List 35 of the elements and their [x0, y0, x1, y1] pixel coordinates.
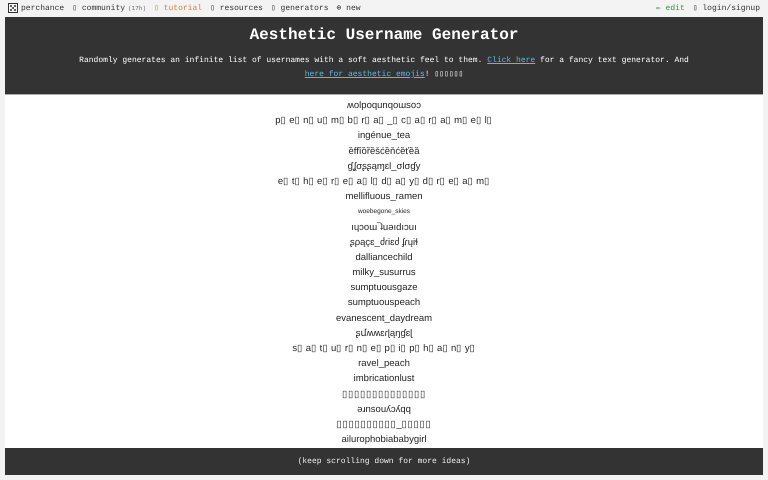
username: s▯ a▯ t▯ u▯ r▯ n▯ e▯ p▯ i▯ p▯ h▯ a▯ n▯ y▯	[292, 342, 476, 356]
username: ǝɹnsouʎɔʎqq	[357, 402, 411, 417]
username: ravel_peach	[358, 357, 410, 372]
username: sumptuouspeach	[348, 296, 420, 310]
username: ʂմʍʍɛɾɭąŋɠɛɭ	[356, 326, 412, 341]
username: sumptuousgaze	[350, 281, 418, 296]
username: e▯ t▯ h▯ e▯ r▯ e▯ a▯ l▯ d▯ a▯ y▯ d▯ r▯ e▯ a▯ m▯	[278, 174, 490, 189]
scroll-hint: (keep scrolling down for more ideas)	[298, 457, 470, 466]
nav-link[interactable]: ⊕ new	[336, 3, 361, 13]
username: imbricationlust	[354, 372, 414, 386]
username: dalliancechild	[355, 250, 413, 265]
username: milky_susurrus	[352, 266, 416, 280]
link[interactable]: Click here	[487, 56, 536, 65]
nav-link[interactable]: ▯ resources	[210, 3, 263, 13]
site-name: perchance	[21, 4, 64, 12]
username: p▯ e▯ n▯ u▯ m▯ b▯ r▯ a▯ _▯ c▯ a▯ r▯ a▯ m▯ e▯ l▯	[275, 114, 493, 128]
description: Randomly generates an infinite list of usernames with a soft aesthetic feel to them. Click here for a fancy text generator. And here for aesthetic emojis! ▯▯▯▯▯▯	[78, 55, 690, 81]
username: mellifluous_ramen	[345, 190, 423, 204]
nav-link[interactable]: ▯ generators	[270, 3, 329, 13]
link[interactable]: here for aesthetic emojis	[304, 70, 425, 79]
username: ingénue_tea	[358, 129, 410, 144]
username: ▯▯▯▯▯▯▯▯▯▯_▯▯▯▯▯	[336, 418, 432, 432]
username: ıɥɔoɯ‾ʇuǝıdıɔuı	[351, 220, 417, 234]
username: ▯▯▯▯▯▯▯▯▯▯▯▯▯▯	[342, 388, 426, 402]
dice-icon	[8, 3, 18, 13]
username: ȅffȉȍȑȅšćȅňćȅťȅȁ	[348, 144, 420, 159]
page-title: Aesthetic Username Generator	[248, 26, 520, 44]
username: ɠʆσʂʂąɱɛl_σlσɠy	[348, 160, 420, 174]
username: ʂρąçɛ_ძɾiɛძ ʄɾųiɬ	[350, 236, 418, 250]
nav-label[interactable]: ▯ community	[72, 3, 126, 13]
logo-link[interactable]: perchance	[8, 3, 64, 13]
username: ʍolpoqunqoɯsoɔ	[347, 99, 421, 113]
username: evanescent_daydream	[336, 312, 432, 326]
nav-link[interactable]: ▯ login/signup	[692, 3, 760, 13]
username: ailurophobiababygirl	[341, 433, 427, 448]
